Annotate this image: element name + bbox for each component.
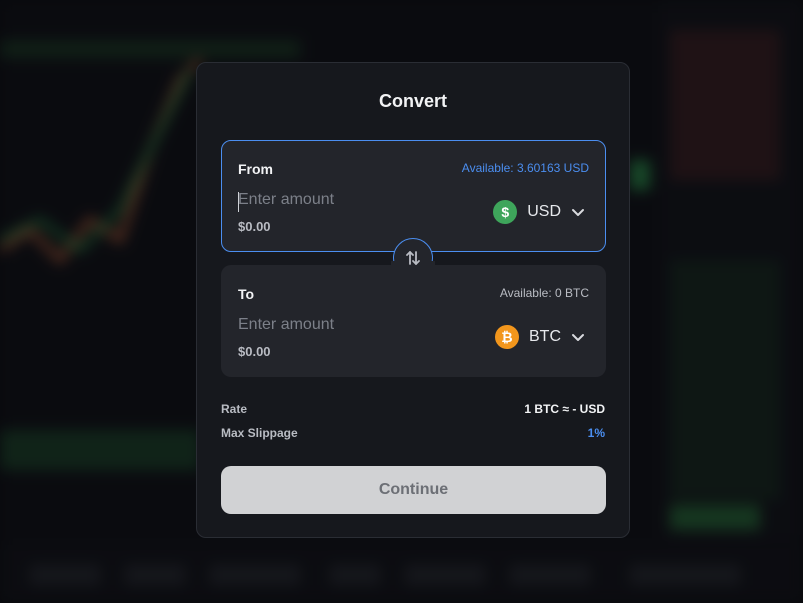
rate-row: Rate 1 BTC ≈ - USD (221, 402, 605, 416)
from-amount-input[interactable] (238, 191, 438, 209)
slippage-row: Max Slippage 1% (221, 426, 605, 440)
btc-coin-icon: ₿ (495, 325, 519, 349)
rate-label: Rate (221, 402, 248, 416)
from-asset-code: USD (527, 203, 561, 220)
chevron-down-icon (572, 334, 584, 341)
to-amount-input[interactable] (238, 316, 438, 334)
text-cursor (238, 192, 239, 212)
from-available-balance: Available: 3.60163 USD (461, 161, 589, 175)
to-asset-selector[interactable]: ₿ BTC (495, 325, 585, 349)
dialog-title: Convert (378, 91, 447, 111)
from-asset-selector[interactable]: $ USD (493, 200, 585, 224)
convert-dialog: Convert From Available: 3.60163 USD $0.0… (196, 62, 630, 538)
to-label: To (238, 286, 255, 302)
swap-direction-button[interactable] (391, 238, 435, 283)
to-available-balance: Available: 0 BTC (499, 286, 589, 300)
to-asset-code: BTC (529, 328, 561, 345)
slippage-label: Max Slippage (221, 426, 298, 440)
usd-coin-icon: $ (493, 200, 518, 224)
from-card: From Available: 3.60163 USD $0.00 $ USD (221, 140, 606, 252)
chevron-down-icon (572, 209, 584, 216)
continue-button[interactable]: Continue (221, 466, 606, 514)
from-fiat-value: $0.00 (238, 219, 271, 234)
from-label: From (238, 161, 273, 177)
slippage-value[interactable]: 1% (588, 426, 605, 440)
swap-arrows-icon (406, 251, 420, 265)
to-fiat-value: $0.00 (238, 344, 271, 359)
rate-value: 1 BTC ≈ - USD (524, 402, 605, 416)
